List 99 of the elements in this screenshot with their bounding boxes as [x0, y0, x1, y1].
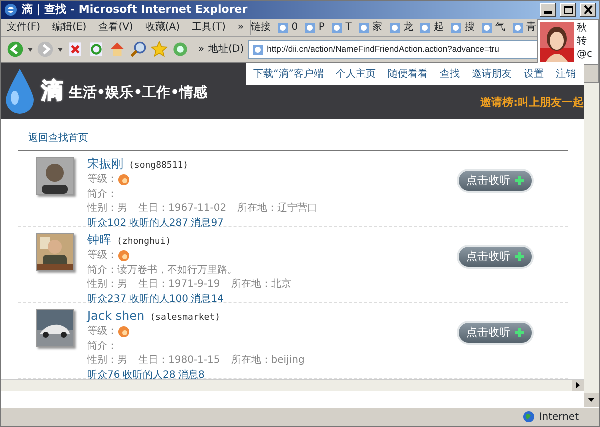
username: (zhonghui): [117, 236, 172, 248]
link-button[interactable]: 气: [480, 20, 506, 35]
intro-label: 简介：: [88, 264, 118, 278]
link-button[interactable]: 搜: [450, 20, 475, 35]
stat-link[interactable]: 消息97: [191, 216, 224, 231]
nav-link[interactable]: 设置: [524, 66, 544, 82]
stat-link[interactable]: 消息8: [178, 368, 205, 383]
menu-item[interactable]: 收藏(A): [145, 20, 180, 35]
birthday-text: 生日：1971-9-19: [138, 278, 220, 292]
close-icon: [582, 5, 594, 15]
level-badge-icon: [118, 174, 130, 186]
page-icon: [252, 44, 264, 56]
link-button[interactable]: 起: [419, 20, 444, 35]
stat-link[interactable]: 听众102: [88, 216, 127, 231]
menu-item[interactable]: 查看(V): [98, 20, 134, 35]
nav-link[interactable]: 个人主页: [336, 66, 376, 82]
gender-text: 性别：男: [88, 354, 128, 368]
stat-link[interactable]: 消息14: [191, 292, 224, 307]
link-button[interactable]: 家: [358, 20, 383, 35]
stat-link[interactable]: 听众237: [88, 292, 127, 307]
home-icon[interactable]: [109, 41, 126, 58]
link-button[interactable]: 0: [277, 20, 298, 35]
site-logo: 滴: [41, 78, 64, 106]
page-icon: [358, 22, 370, 34]
caret-icon[interactable]: [28, 48, 33, 52]
level-label: 等级：: [88, 325, 118, 339]
user-name[interactable]: 宋振刚: [88, 156, 124, 171]
notification-text: @c: [577, 48, 592, 61]
level-label: 等级：: [88, 249, 118, 263]
location-text: 所在地：辽宁营口: [238, 202, 318, 216]
gender-text: 性别：男: [88, 202, 128, 216]
page-icon: [388, 22, 401, 34]
user-name[interactable]: Jack shen: [88, 308, 145, 323]
follow-button[interactable]: 点击收听: [456, 320, 534, 345]
intro-label: 简介：: [88, 188, 118, 202]
star-icon[interactable]: [151, 41, 168, 58]
nav-link[interactable]: 查找: [440, 66, 460, 82]
follow-button[interactable]: 点击收听: [456, 244, 534, 269]
link-button[interactable]: P: [304, 20, 325, 35]
more-chevron[interactable]: »: [198, 42, 205, 57]
stat-link[interactable]: 收听的人287: [129, 216, 188, 231]
birthday-text: 生日：1967-11-02: [138, 202, 227, 216]
user-name[interactable]: 钟晖: [88, 232, 112, 247]
level-badge-icon: [118, 326, 130, 338]
username: (salesmarket): [150, 312, 221, 324]
page-icon: [480, 22, 493, 34]
birthday-text: 生日：1980-1-15: [138, 354, 220, 368]
browser-icon: [4, 3, 18, 17]
gender-text: 性别：男: [88, 278, 128, 292]
plus-icon: [514, 176, 524, 185]
plus-icon: [514, 252, 524, 261]
page-icon: [512, 22, 524, 34]
address-label: 地址(D): [208, 42, 244, 57]
link-button[interactable]: 青: [512, 20, 536, 35]
level-label: 等级：: [88, 173, 118, 187]
link-button[interactable]: 龙: [388, 20, 414, 35]
window-title: 滴 | 查找 - Microsoft Internet Explorer: [22, 2, 249, 18]
location-text: 所在地：北京: [231, 278, 292, 292]
intro-label: 简介：: [88, 340, 118, 354]
menu-item[interactable]: 编辑(E): [52, 20, 87, 35]
nav-link[interactable]: 下载“滴”客户端: [254, 66, 324, 82]
nav-link[interactable]: 注销: [556, 66, 576, 82]
maximize-icon: [562, 5, 574, 15]
more-chevron[interactable]: »: [238, 20, 244, 35]
menu-item[interactable]: 工具(T): [192, 20, 226, 35]
stat-link[interactable]: 收听的人28: [122, 368, 176, 383]
back-icon[interactable]: [7, 41, 24, 58]
intro-text: 读万卷书，不如行万里路。: [118, 264, 238, 278]
globe-icon: [523, 411, 536, 423]
site-slogan: 生活•娱乐•工作•情感: [68, 84, 208, 102]
invite-banner[interactable]: 邀请榜:叫上朋友一起: [480, 94, 584, 111]
page-icon: [450, 22, 462, 34]
stat-link[interactable]: 听众76: [88, 368, 120, 383]
caret-icon[interactable]: [58, 48, 63, 52]
page-icon: [330, 22, 343, 34]
minimize-button[interactable]: [540, 3, 556, 17]
stop-icon[interactable]: [67, 41, 84, 58]
stat-link[interactable]: 收听的人100: [129, 292, 188, 307]
nav-link[interactable]: 随便看看: [388, 66, 428, 82]
minimize-icon: [544, 11, 552, 14]
menu-item[interactable]: 文件(F): [7, 20, 41, 35]
plus-icon: [514, 328, 524, 337]
nav-link[interactable]: 邀请朋友: [472, 66, 512, 82]
page-icon: [277, 22, 290, 34]
security-zone-text: Internet: [539, 410, 579, 424]
location-text: 所在地：beijing: [231, 354, 305, 368]
links-label: 链接: [250, 20, 272, 35]
notification-text: 秋: [577, 22, 588, 35]
link-button[interactable]: T: [330, 20, 352, 35]
close-button[interactable]: [580, 3, 596, 17]
page-icon: [304, 22, 316, 34]
maximize-button[interactable]: [560, 3, 576, 17]
page-icon: [419, 22, 432, 34]
username: (song88511): [129, 160, 189, 172]
level-badge-icon: [118, 250, 130, 262]
follow-button[interactable]: 点击收听: [456, 168, 534, 193]
back-link[interactable]: 返回查找首页: [18, 131, 88, 146]
water-drop-icon: [4, 68, 36, 114]
search-icon[interactable]: [130, 41, 147, 58]
